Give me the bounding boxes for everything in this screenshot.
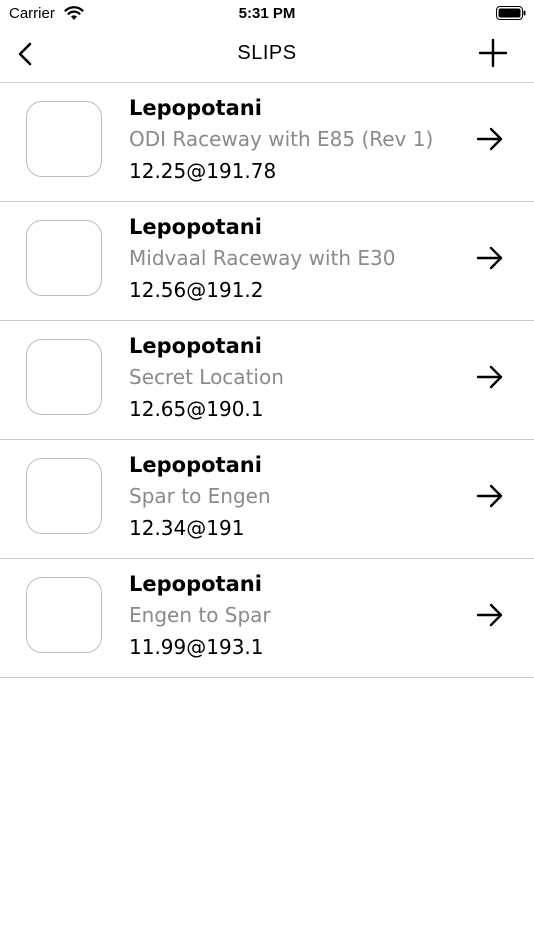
slip-driver-name: Lepopotani xyxy=(129,453,262,477)
arrow-right-icon[interactable] xyxy=(474,361,506,393)
clock: 5:31 PM xyxy=(238,5,296,22)
slip-result: 12.34@191 xyxy=(129,516,245,540)
slip-thumbnail xyxy=(26,577,102,653)
slip-driver-name: Lepopotani xyxy=(129,334,262,358)
slip-row[interactable]: Lepopotani Spar to Engen 12.34@191 xyxy=(0,440,534,559)
page-title: SLIPS xyxy=(237,42,297,64)
slip-driver-name: Lepopotani xyxy=(129,215,262,239)
arrow-right-icon[interactable] xyxy=(474,123,506,155)
slip-track: ODI Raceway with E85 (Rev 1) xyxy=(129,127,434,151)
slip-list: Lepopotani ODI Raceway with E85 (Rev 1) … xyxy=(0,83,534,678)
slip-track: Spar to Engen xyxy=(129,484,271,508)
slip-row[interactable]: Lepopotani Engen to Spar 11.99@193.1 xyxy=(0,559,534,678)
slip-thumbnail xyxy=(26,101,102,177)
slip-thumbnail xyxy=(26,339,102,415)
add-icon[interactable] xyxy=(478,38,508,68)
slip-thumbnail xyxy=(26,458,102,534)
slip-track: Midvaal Raceway with E30 xyxy=(129,246,396,270)
slip-driver-name: Lepopotani xyxy=(129,572,262,596)
status-bar: Carrier 5:31 PM xyxy=(0,0,534,28)
slip-result: 12.56@191.2 xyxy=(129,278,264,302)
slip-row[interactable]: Lepopotani Midvaal Raceway with E30 12.5… xyxy=(0,202,534,321)
arrow-right-icon[interactable] xyxy=(474,480,506,512)
slip-track: Engen to Spar xyxy=(129,603,271,627)
slip-driver-name: Lepopotani xyxy=(129,96,262,120)
slip-thumbnail xyxy=(26,220,102,296)
slip-track: Secret Location xyxy=(129,365,284,389)
slip-row[interactable]: Lepopotani ODI Raceway with E85 (Rev 1) … xyxy=(0,83,534,202)
arrow-right-icon[interactable] xyxy=(474,242,506,274)
battery-icon xyxy=(496,6,526,20)
navigation-bar: SLIPS xyxy=(0,28,534,83)
slip-result: 12.65@190.1 xyxy=(129,397,264,421)
slip-result: 11.99@193.1 xyxy=(129,635,264,659)
slip-row[interactable]: Lepopotani Secret Location 12.65@190.1 xyxy=(0,321,534,440)
arrow-right-icon[interactable] xyxy=(474,599,506,631)
slip-result: 12.25@191.78 xyxy=(129,159,277,183)
